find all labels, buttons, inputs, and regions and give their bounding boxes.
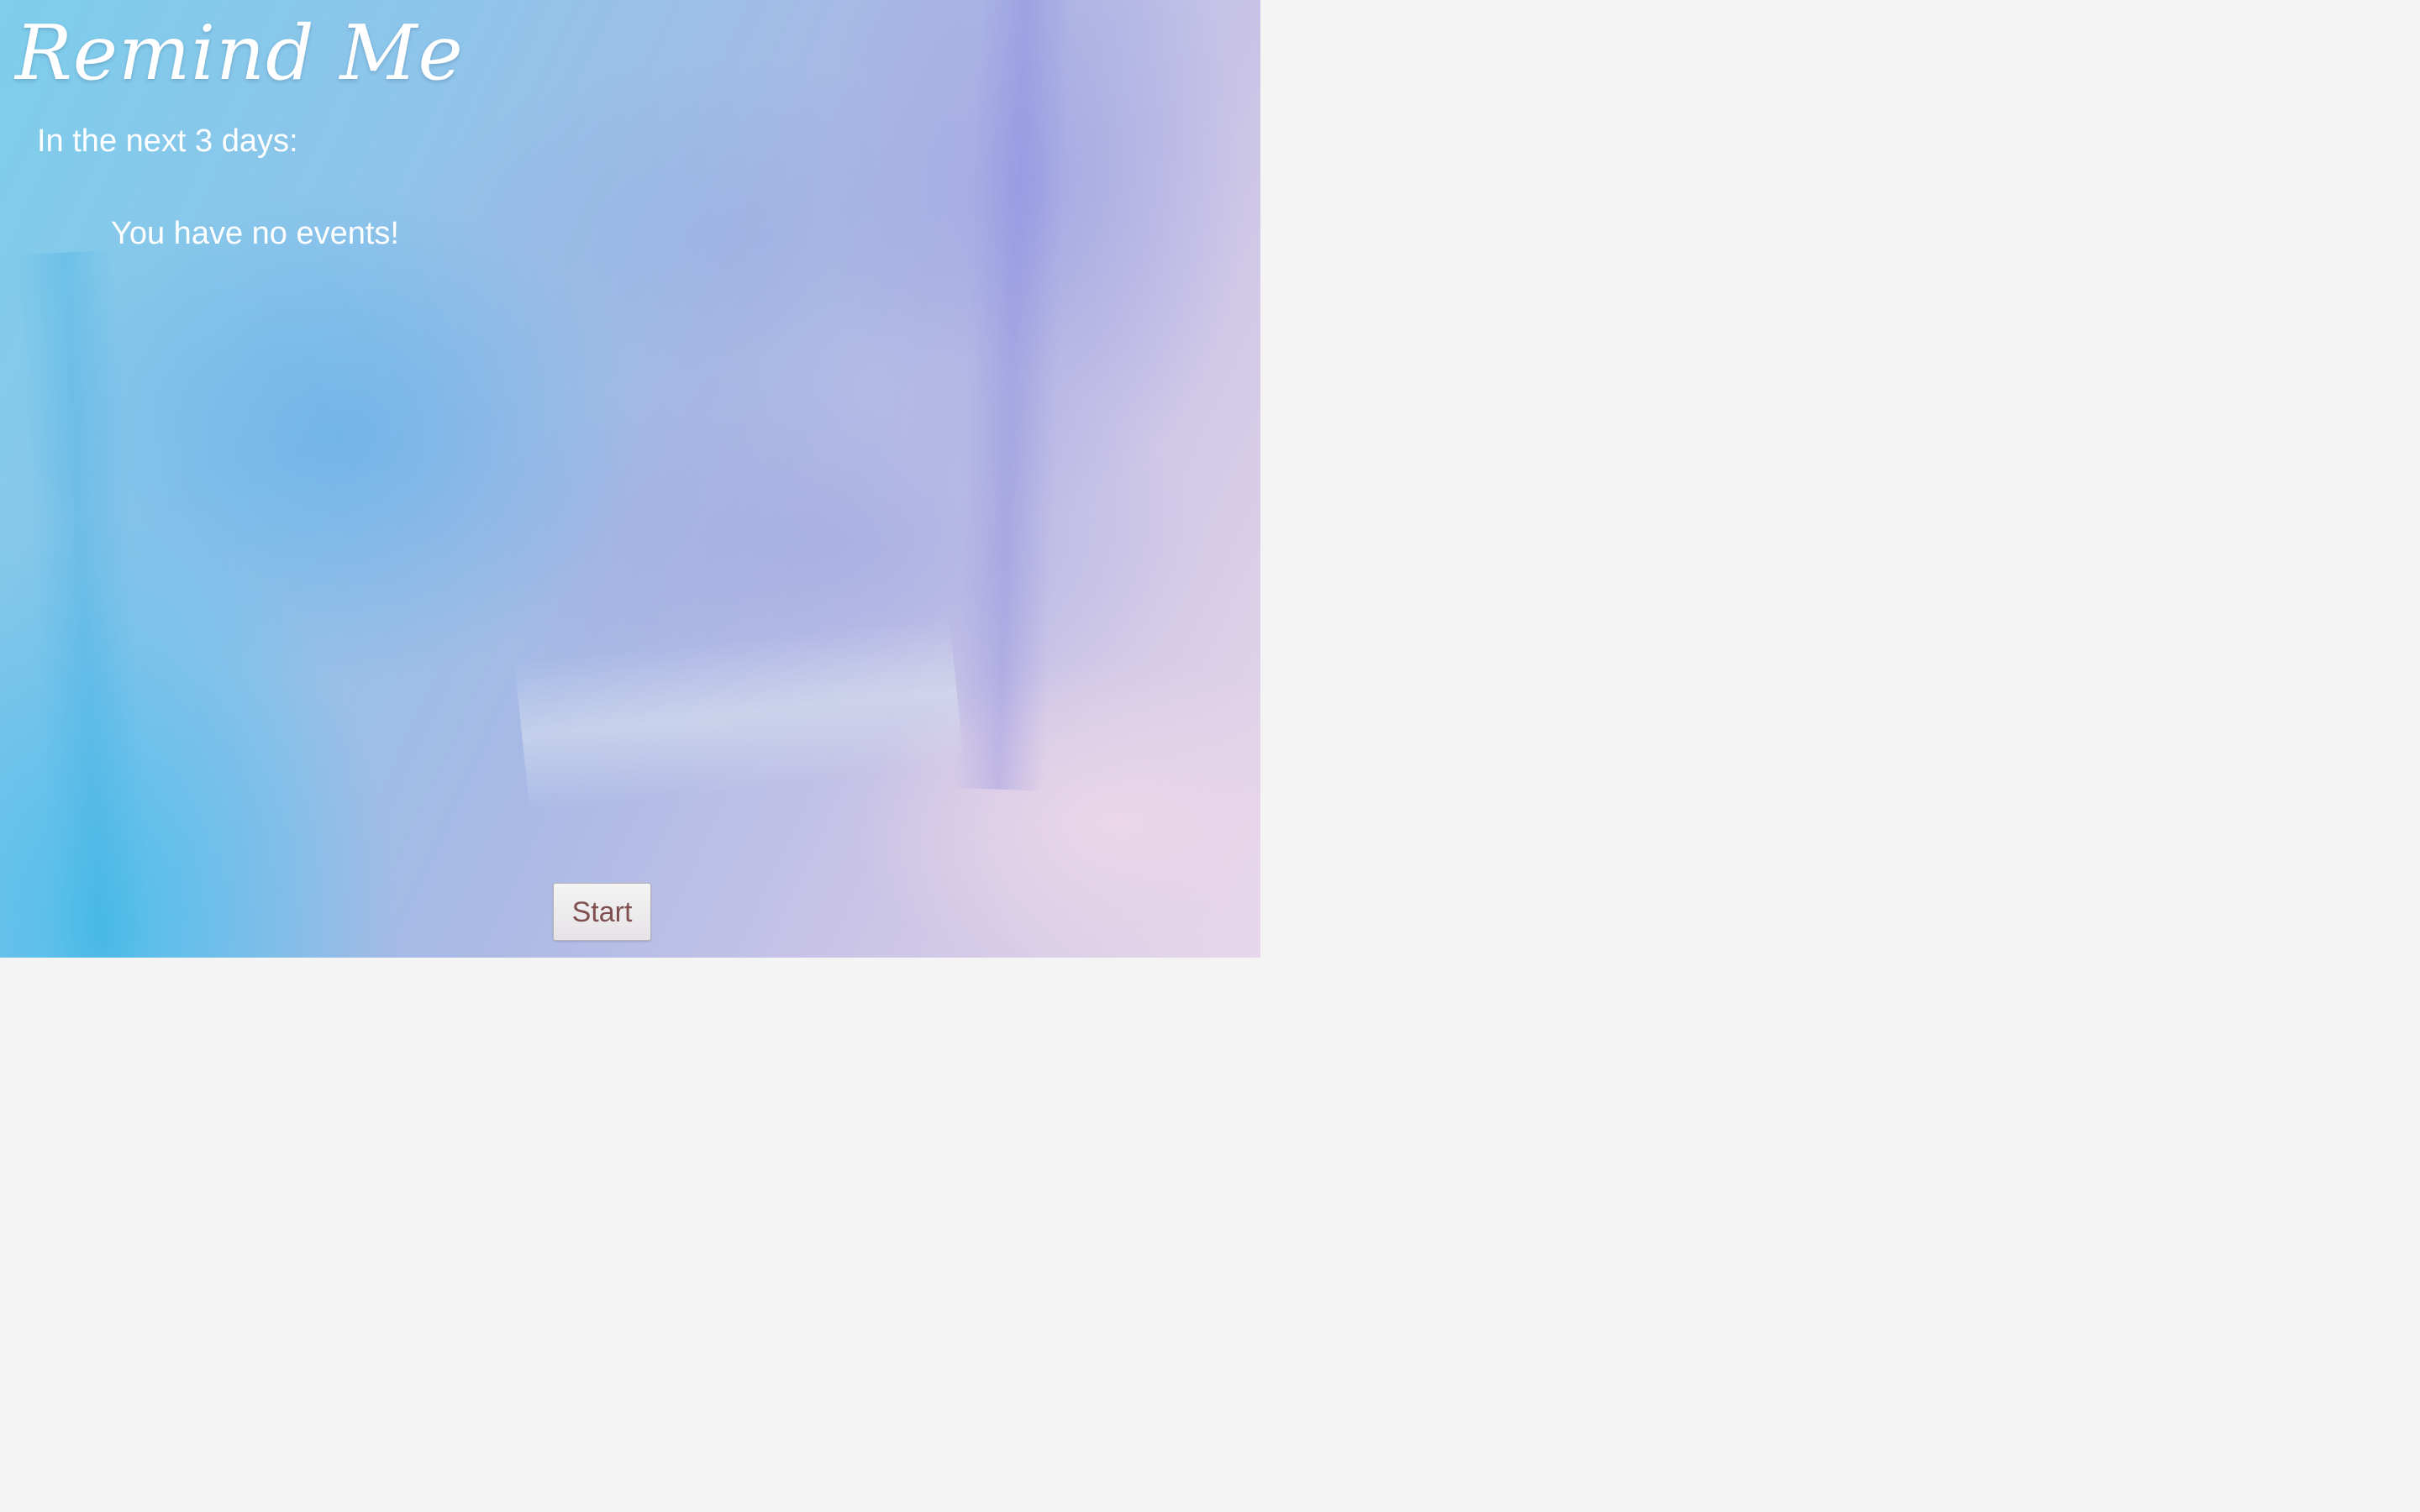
upcoming-events-heading: In the next 3 days:	[37, 123, 298, 159]
app-title: Remind Me	[15, 9, 464, 97]
reminder-app-window: Remind Me In the next 3 days: You have n…	[0, 0, 1260, 958]
no-events-message: You have no events!	[111, 216, 399, 251]
watercolor-stroke-right	[951, 0, 1074, 791]
start-button[interactable]: Start	[553, 883, 651, 941]
watercolor-wash-center	[403, 59, 1059, 412]
watercolor-stroke-left	[14, 249, 154, 958]
watercolor-highlight-bottom	[514, 616, 965, 812]
